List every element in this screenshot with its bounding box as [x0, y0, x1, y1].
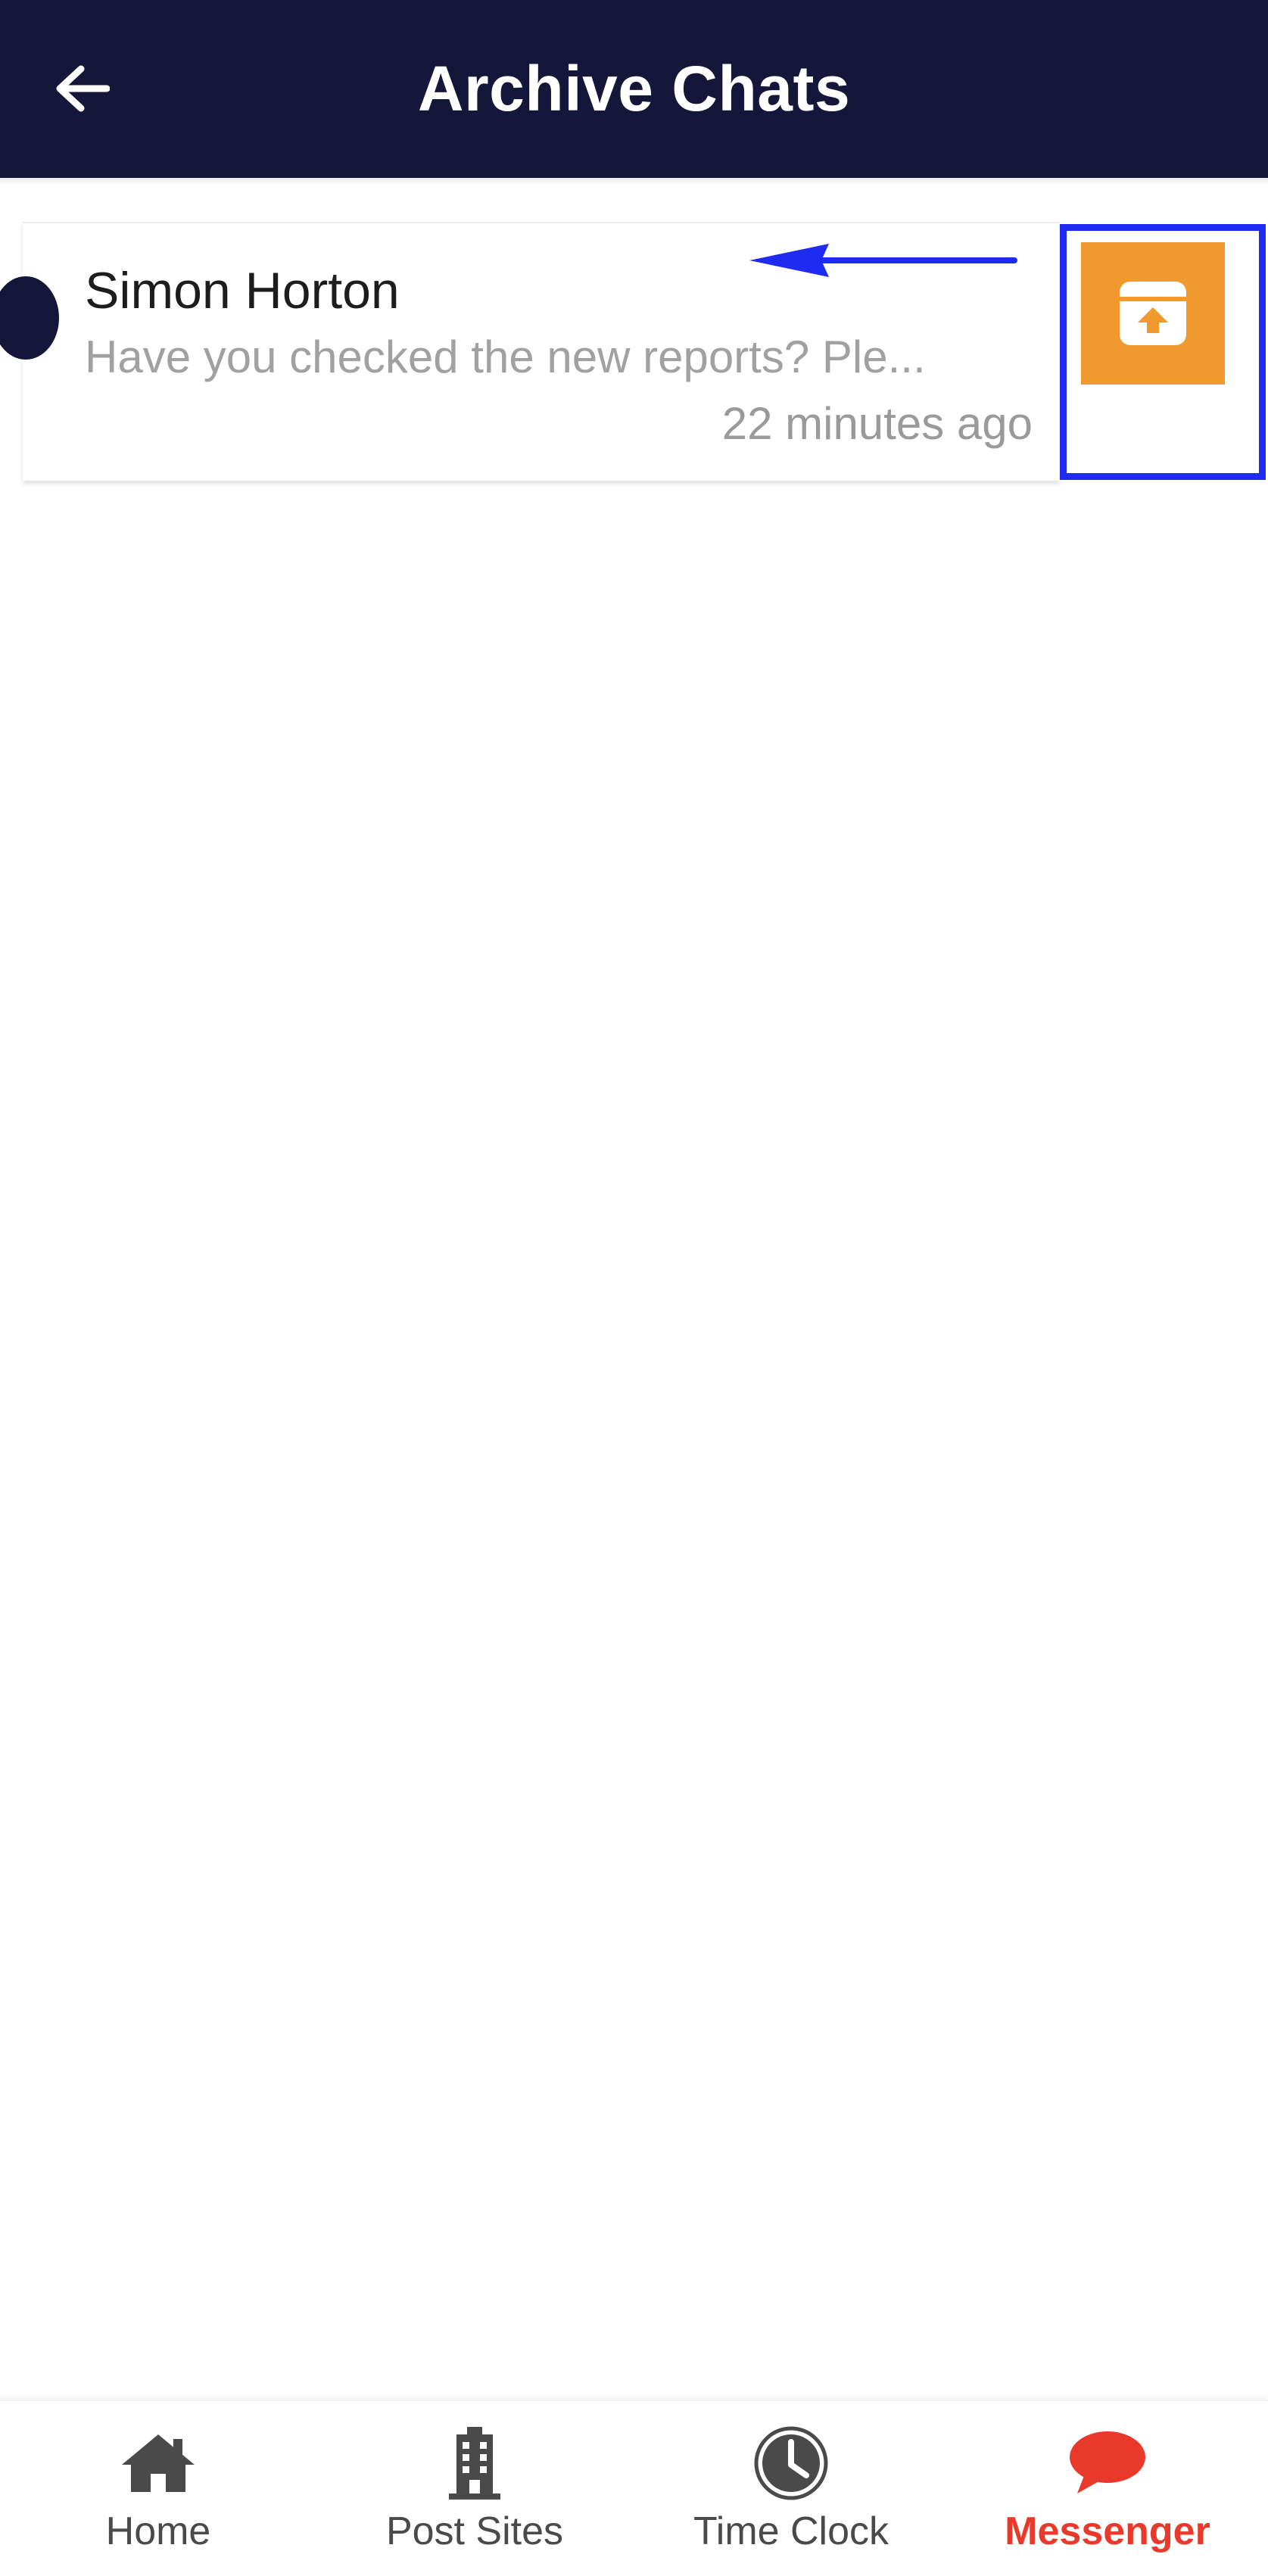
- header-shadow: [0, 178, 1268, 185]
- clock-icon: [754, 2426, 828, 2500]
- chat-message-preview: Have you checked the new reports? Ple...: [85, 332, 926, 382]
- back-button[interactable]: [44, 47, 120, 130]
- home-icon: [122, 2434, 195, 2492]
- app-header: Archive Chats: [0, 0, 1268, 178]
- nav-item-post-sites[interactable]: Post Sites: [316, 2401, 633, 2576]
- chat-bubble-icon: [1070, 2431, 1145, 2493]
- unarchive-button[interactable]: [1081, 242, 1225, 385]
- nav-item-messenger[interactable]: Messenger: [949, 2401, 1266, 2576]
- page-title: Archive Chats: [417, 53, 851, 124]
- bottom-navigation: Home Post Sites Time Clock Messenger: [0, 2400, 1268, 2576]
- nav-label-post-sites: Post Sites: [385, 2509, 564, 2553]
- chat-timestamp: 22 minutes ago: [721, 398, 1033, 449]
- avatar: [0, 276, 59, 360]
- nav-label-time-clock: Time Clock: [693, 2509, 889, 2553]
- nav-item-time-clock[interactable]: Time Clock: [633, 2401, 949, 2576]
- nav-label-home: Home: [105, 2509, 211, 2553]
- building-icon: [449, 2427, 500, 2500]
- nav-item-home[interactable]: Home: [0, 2401, 316, 2576]
- nav-label-messenger: Messenger: [1005, 2509, 1210, 2553]
- arrow-left-icon: [56, 65, 110, 112]
- chat-contact-name: Simon Horton: [85, 262, 400, 319]
- swipe-left-arrow-icon: [749, 244, 1017, 277]
- unarchive-icon: [1120, 282, 1186, 345]
